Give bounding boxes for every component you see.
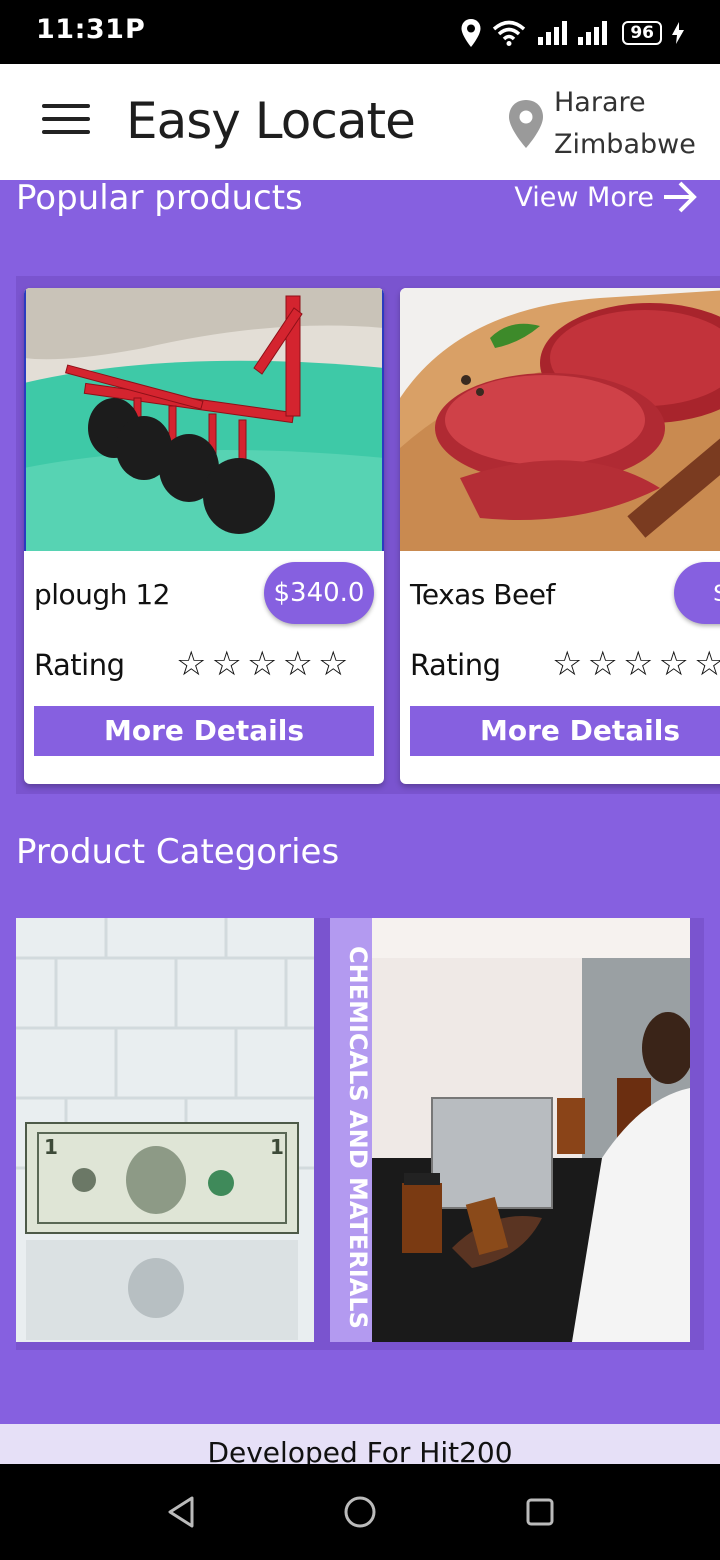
category-image-dollar: 1 1 [16, 918, 314, 1342]
location-country: Zimbabwe [554, 129, 696, 160]
notification-icon: P [125, 14, 145, 45]
footer: Developed For Hit200 [0, 1424, 720, 1464]
location-city: Harare [554, 87, 646, 118]
popular-products-title: Popular products [16, 180, 303, 218]
rating-stars[interactable]: ☆☆☆☆☆ [176, 644, 353, 684]
star-outline-icon[interactable]: ☆ [247, 644, 282, 684]
location-status-icon [461, 19, 481, 47]
product-card[interactable]: plough 12 $340.0 Rating ☆☆☆☆☆ More Detai… [24, 288, 384, 784]
product-categories-title: Product Categories [16, 832, 340, 872]
status-icons: 96 [460, 16, 684, 50]
svg-text:1: 1 [44, 1135, 58, 1159]
product-image-beef [400, 288, 720, 551]
more-details-button[interactable]: More Details [34, 706, 374, 756]
wifi-icon [493, 20, 526, 46]
star-outline-icon[interactable]: ☆ [211, 644, 246, 684]
star-outline-icon[interactable]: ☆ [176, 644, 211, 684]
category-label: CHEMICALS AND MATERIALS [344, 946, 372, 1329]
star-outline-icon[interactable]: ☆ [552, 644, 587, 684]
category-tile-currency[interactable]: 1 1 [16, 918, 314, 1342]
back-icon[interactable] [162, 1492, 202, 1532]
price-badge: $3 [674, 562, 720, 624]
footer-text: Developed For Hit200 [207, 1436, 513, 1464]
app-title: Easy Locate [126, 92, 416, 150]
star-outline-icon[interactable]: ☆ [658, 644, 693, 684]
product-card[interactable]: Texas Beef $3 Rating ☆☆☆☆☆ More Details [400, 288, 720, 784]
star-outline-icon[interactable]: ☆ [318, 644, 353, 684]
rating-label: Rating [410, 648, 501, 682]
location-text[interactable]: Harare Zimbabwe [554, 82, 696, 166]
view-more-button[interactable]: View More [514, 180, 698, 214]
main-content[interactable]: Popular products View More plough 12 $34… [0, 180, 720, 1424]
product-name: plough 12 [34, 578, 170, 611]
view-more-label: View More [514, 181, 654, 213]
product-categories-list[interactable]: 1 1 CHEMICALS AND MATERIALS [16, 918, 704, 1350]
location-pin-icon [509, 100, 543, 148]
popular-products-list[interactable]: plough 12 $340.0 Rating ☆☆☆☆☆ More Detai… [16, 276, 720, 794]
battery-icon: 96 [622, 21, 662, 45]
charging-icon [672, 22, 684, 44]
product-image-plough [24, 288, 384, 551]
recents-icon[interactable] [520, 1492, 560, 1532]
star-outline-icon[interactable]: ☆ [623, 644, 658, 684]
star-outline-icon[interactable]: ☆ [587, 644, 622, 684]
home-icon[interactable] [340, 1492, 380, 1532]
category-image-lab [372, 918, 690, 1342]
price-badge: $340.0 [264, 562, 374, 624]
system-nav-bar [0, 1464, 720, 1560]
star-outline-icon[interactable]: ☆ [694, 644, 720, 684]
more-details-button[interactable]: More Details [410, 706, 720, 756]
rating-label: Rating [34, 648, 125, 682]
app-bar: Easy Locate Harare Zimbabwe [0, 64, 720, 180]
category-tile-chemicals[interactable]: CHEMICALS AND MATERIALS [330, 918, 690, 1342]
star-outline-icon[interactable]: ☆ [282, 644, 317, 684]
rating-stars[interactable]: ☆☆☆☆☆ [552, 644, 720, 684]
arrow-right-icon [664, 181, 697, 213]
product-name: Texas Beef [410, 578, 555, 611]
svg-text:1: 1 [270, 1135, 284, 1159]
status-bar: 11:31 P 96 [0, 0, 720, 64]
status-time: 11:31 [36, 14, 125, 45]
signal-icon [538, 21, 608, 45]
menu-icon[interactable] [42, 104, 90, 140]
